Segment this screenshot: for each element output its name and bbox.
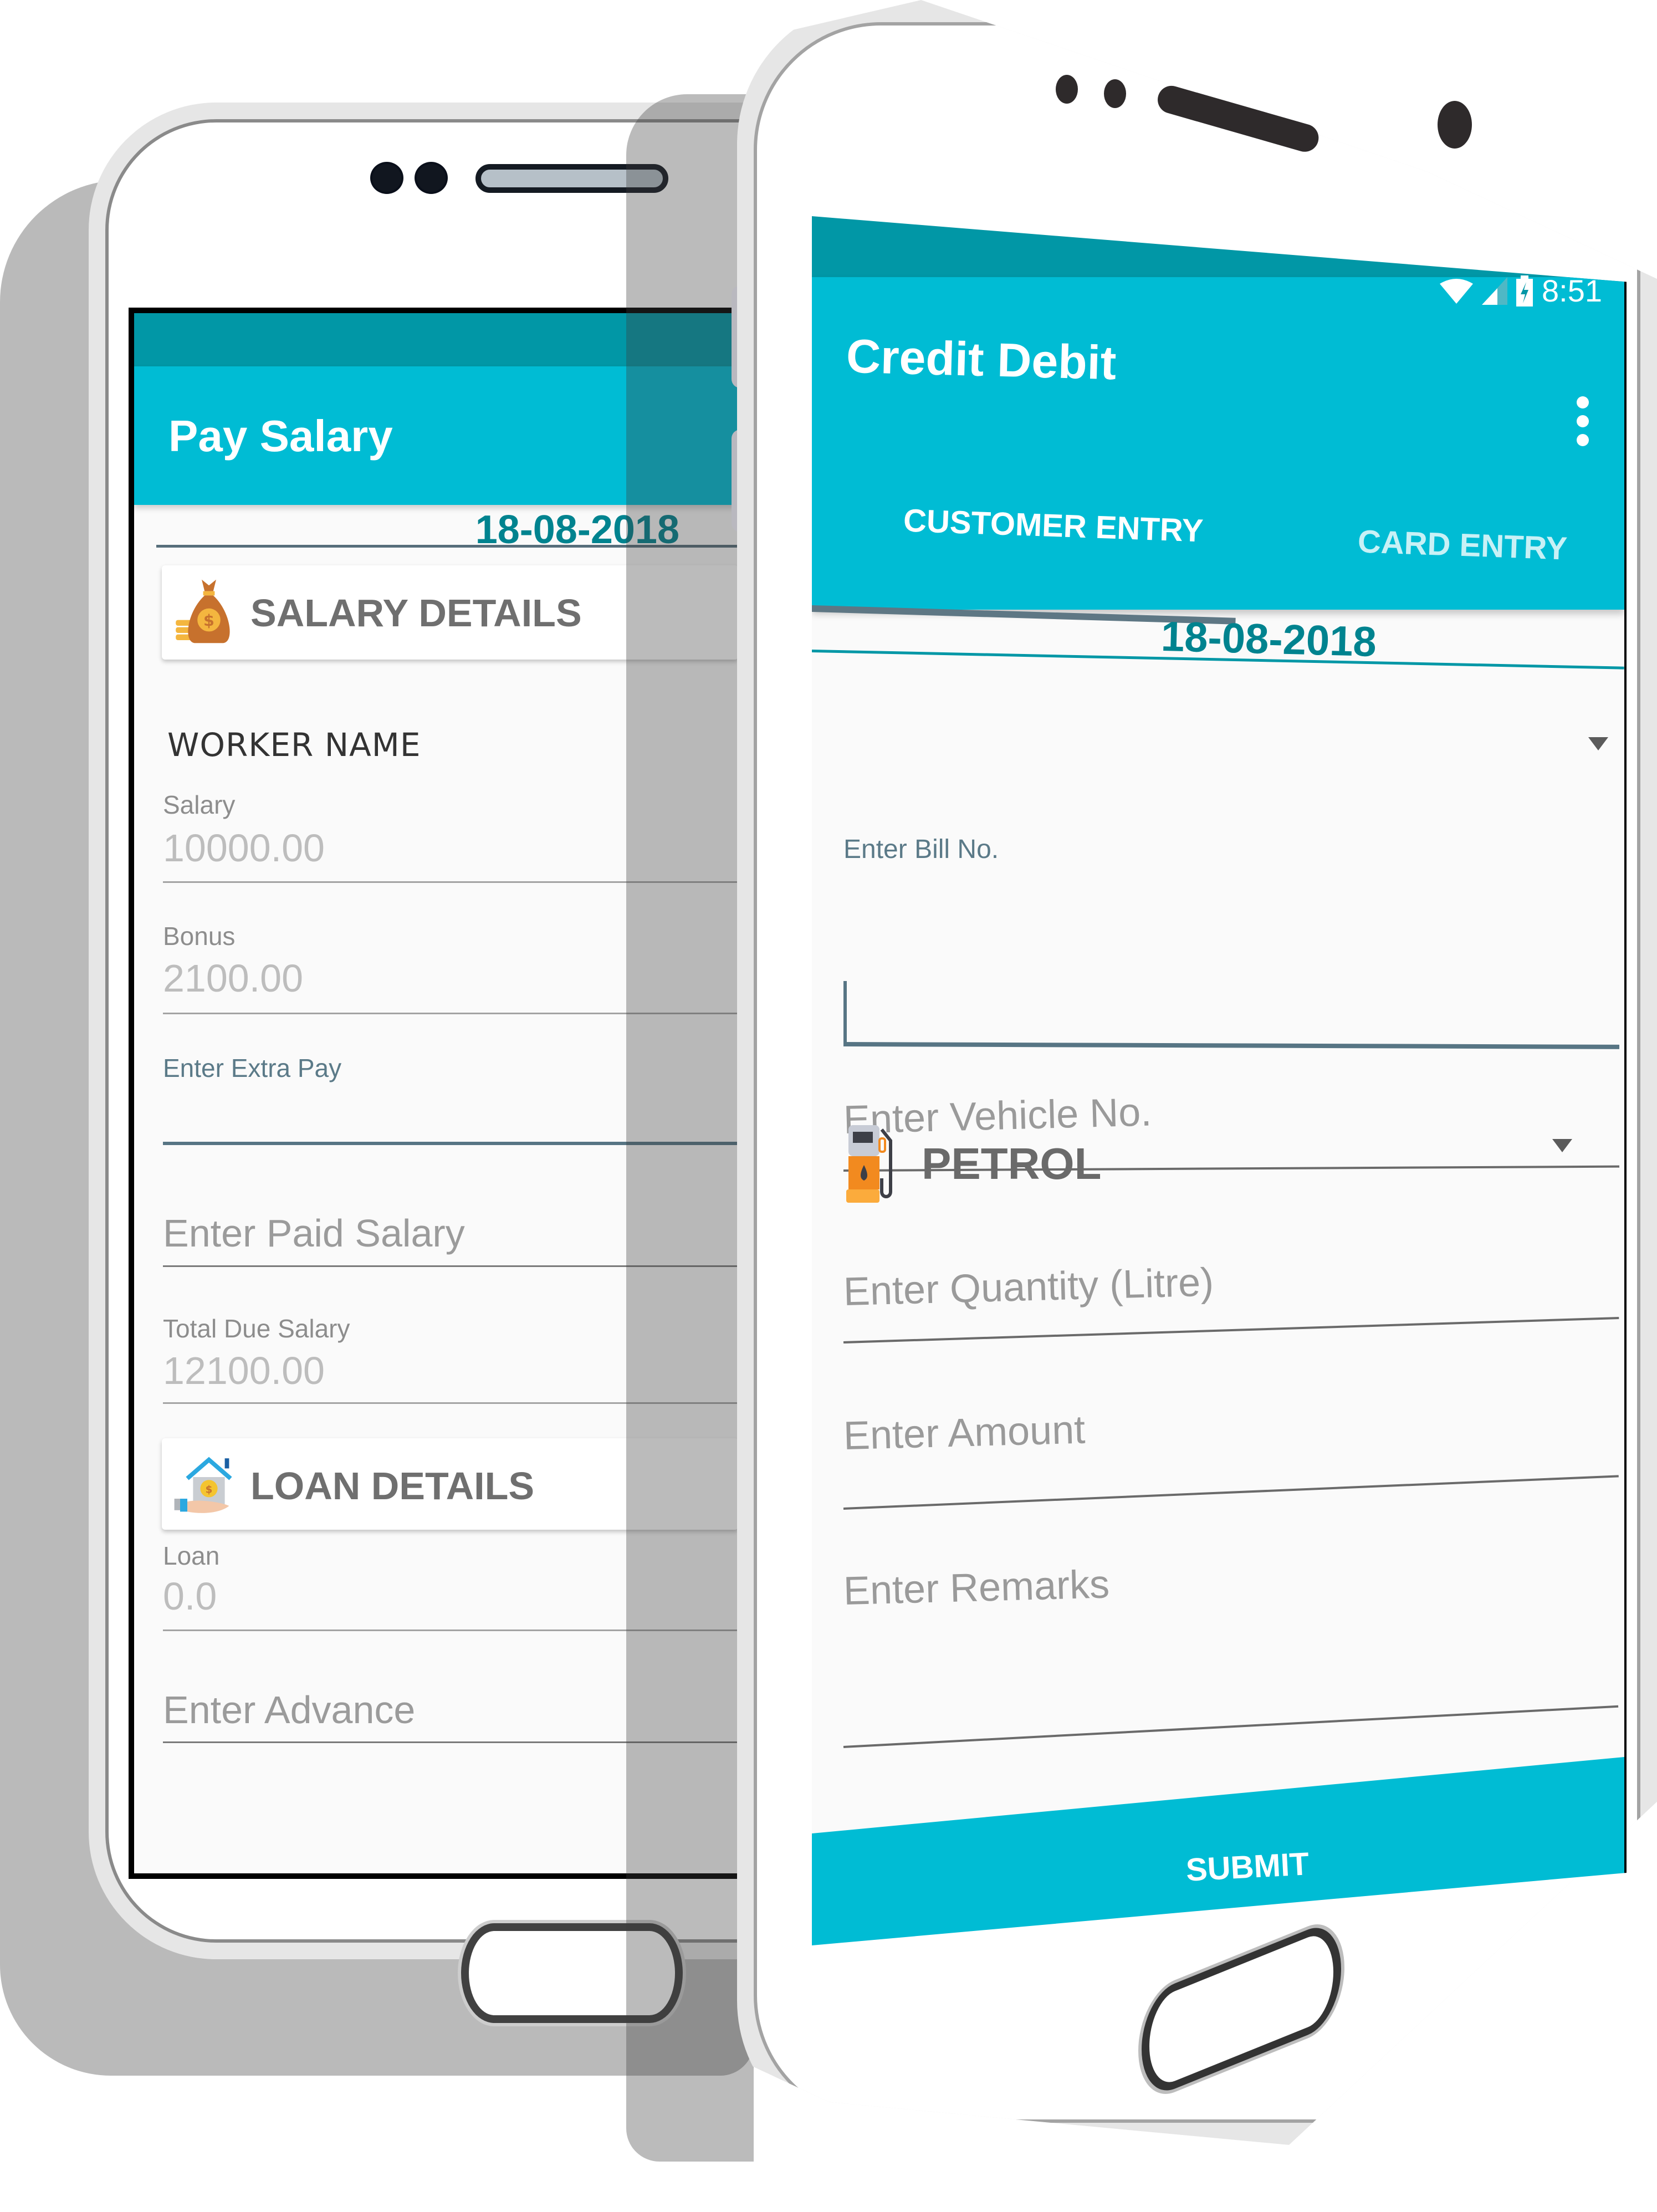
loan-field[interactable]: 0.0	[163, 1574, 217, 1618]
battery-charging-icon	[1516, 275, 1533, 306]
app-title: Pay Salary	[168, 411, 393, 461]
remarks-underline	[843, 1705, 1619, 1748]
tab-customer-entry[interactable]: CUSTOMER ENTRY	[903, 502, 1204, 550]
front-camera-icon	[1438, 101, 1472, 149]
bill-no-label: Enter Bill No.	[843, 835, 999, 864]
salary-field[interactable]: 10000.00	[163, 826, 325, 870]
loan-house-icon: $	[174, 1457, 232, 1513]
amount-field[interactable]: Enter Amount	[843, 1407, 1086, 1459]
status-icons: 8:51	[1440, 273, 1602, 309]
sensor-icon	[1104, 79, 1126, 108]
dropdown-arrow-icon	[1588, 737, 1608, 750]
signal-icon	[1482, 277, 1507, 305]
svg-text:$: $	[206, 1484, 213, 1496]
phone-overlap-shadow	[626, 94, 754, 2162]
money-bag-icon: $	[176, 579, 230, 643]
tab-card-entry[interactable]: CARD ENTRY	[1357, 523, 1568, 567]
extra-pay-label: Enter Extra Pay	[163, 1054, 342, 1082]
section-title: LOAN DETAILS	[250, 1464, 535, 1508]
amount-underline	[843, 1475, 1619, 1510]
svg-text:$: $	[203, 611, 214, 630]
app-bar: Credit Debit CUSTOMER ENTRY CARD ENTRY	[812, 277, 1624, 625]
sensor-icon	[1056, 75, 1078, 104]
wifi-icon	[1440, 278, 1473, 304]
worker-name-dropdown[interactable]: WORKER NAME	[167, 726, 421, 764]
customer-dropdown[interactable]	[843, 704, 1619, 781]
section-title: SALARY DETAILS	[250, 591, 582, 635]
text-cursor	[843, 981, 847, 1042]
front-camera-icon	[415, 162, 448, 194]
sensor-icon	[370, 162, 403, 194]
bill-no-underline	[843, 1042, 1620, 1049]
submit-label: SUBMIT	[1185, 1846, 1310, 1888]
loan-label: Loan	[163, 1541, 220, 1570]
overflow-menu-icon[interactable]	[1574, 396, 1591, 457]
quantity-field[interactable]: Enter Quantity (Litre)	[843, 1260, 1214, 1315]
fuel-pump-icon	[846, 1125, 892, 1203]
fuel-type-dropdown[interactable]: PETROL	[846, 1125, 1101, 1203]
salary-label: Salary	[163, 790, 236, 819]
remarks-field[interactable]: Enter Remarks	[843, 1561, 1110, 1614]
bonus-field[interactable]: 2100.00	[163, 956, 303, 1000]
advance-field[interactable]: Enter Advance	[163, 1688, 415, 1732]
bill-no-field[interactable]	[843, 870, 1619, 981]
dropdown-arrow-icon[interactable]	[1552, 1139, 1572, 1152]
app-title: Credit Debit	[845, 329, 1117, 390]
credit-debit-screen: Credit Debit CUSTOMER ENTRY CARD ENTRY 8…	[812, 216, 1627, 1945]
quantity-underline	[843, 1317, 1619, 1343]
bonus-label: Bonus	[163, 922, 236, 951]
total-due-field[interactable]: 12100.00	[163, 1348, 325, 1393]
total-due-label: Total Due Salary	[163, 1314, 350, 1343]
fuel-type-selected: PETROL	[922, 1139, 1102, 1188]
paid-salary-field[interactable]: Enter Paid Salary	[163, 1211, 465, 1255]
